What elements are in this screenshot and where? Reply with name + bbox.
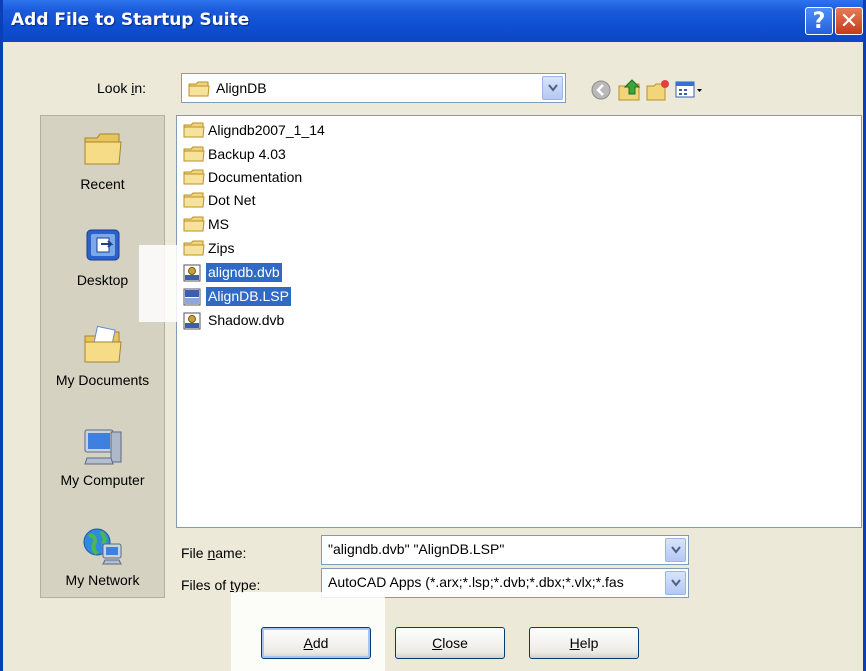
look-in-dropdown-button[interactable] [542, 76, 563, 100]
file-name-dropdown-button[interactable] [665, 538, 686, 562]
dialog-title: Add File to Startup Suite [11, 10, 250, 30]
desktop-icon [86, 229, 120, 261]
my-documents-icon [84, 325, 122, 363]
file-name-input[interactable]: "aligndb.dvb" "AlignDB.LSP" [321, 535, 689, 565]
back-icon[interactable] [591, 80, 611, 104]
folder-icon [183, 240, 205, 256]
question-mark-icon: ? [812, 8, 826, 34]
chevron-down-icon [670, 579, 681, 587]
chevron-down-icon [670, 546, 681, 554]
close-icon: ✕ [839, 8, 859, 34]
close-button[interactable]: Close [395, 627, 505, 659]
file-name-label: File name: [181, 545, 247, 561]
help-title-button[interactable]: ? [805, 7, 833, 35]
new-folder-icon[interactable] [645, 78, 671, 106]
my-computer-icon [84, 429, 122, 465]
look-in-label: Look in: [97, 80, 147, 96]
up-one-level-icon[interactable] [617, 78, 643, 106]
look-in-value: AlignDB [216, 80, 267, 96]
places-bar: Recent Desktop My Documents My Computer … [40, 115, 165, 598]
lsp-file-icon [183, 288, 201, 306]
chevron-down-icon [547, 84, 558, 92]
close-title-button[interactable]: ✕ [835, 7, 863, 35]
place-my-documents[interactable]: My Documents [41, 312, 164, 408]
place-recent[interactable]: Recent [41, 116, 164, 212]
title-bar[interactable]: Add File to Startup Suite ? ✕ [3, 0, 863, 42]
recent-folder-icon [84, 133, 122, 165]
add-file-dialog: Add File to Startup Suite ? ✕ Look in: A… [0, 0, 866, 671]
add-button[interactable]: Add [261, 627, 371, 659]
my-network-icon [83, 528, 122, 565]
place-my-computer[interactable]: My Computer [41, 412, 164, 508]
folder-icon [188, 81, 210, 101]
views-menu-icon[interactable] [675, 80, 703, 104]
dvb-file-icon [183, 312, 201, 330]
file-list-overlay: Zips aligndb.dvb AlignDB.LSP Shadow.dvb [176, 115, 862, 528]
look-in-combo[interactable]: AlignDB [181, 73, 566, 103]
file-type-label: Files of type: [181, 577, 261, 593]
place-my-network[interactable]: My Network [41, 512, 164, 608]
dvb-file-icon [183, 264, 201, 282]
file-type-dropdown-button[interactable] [665, 571, 686, 595]
help-button[interactable]: Help [529, 627, 639, 659]
